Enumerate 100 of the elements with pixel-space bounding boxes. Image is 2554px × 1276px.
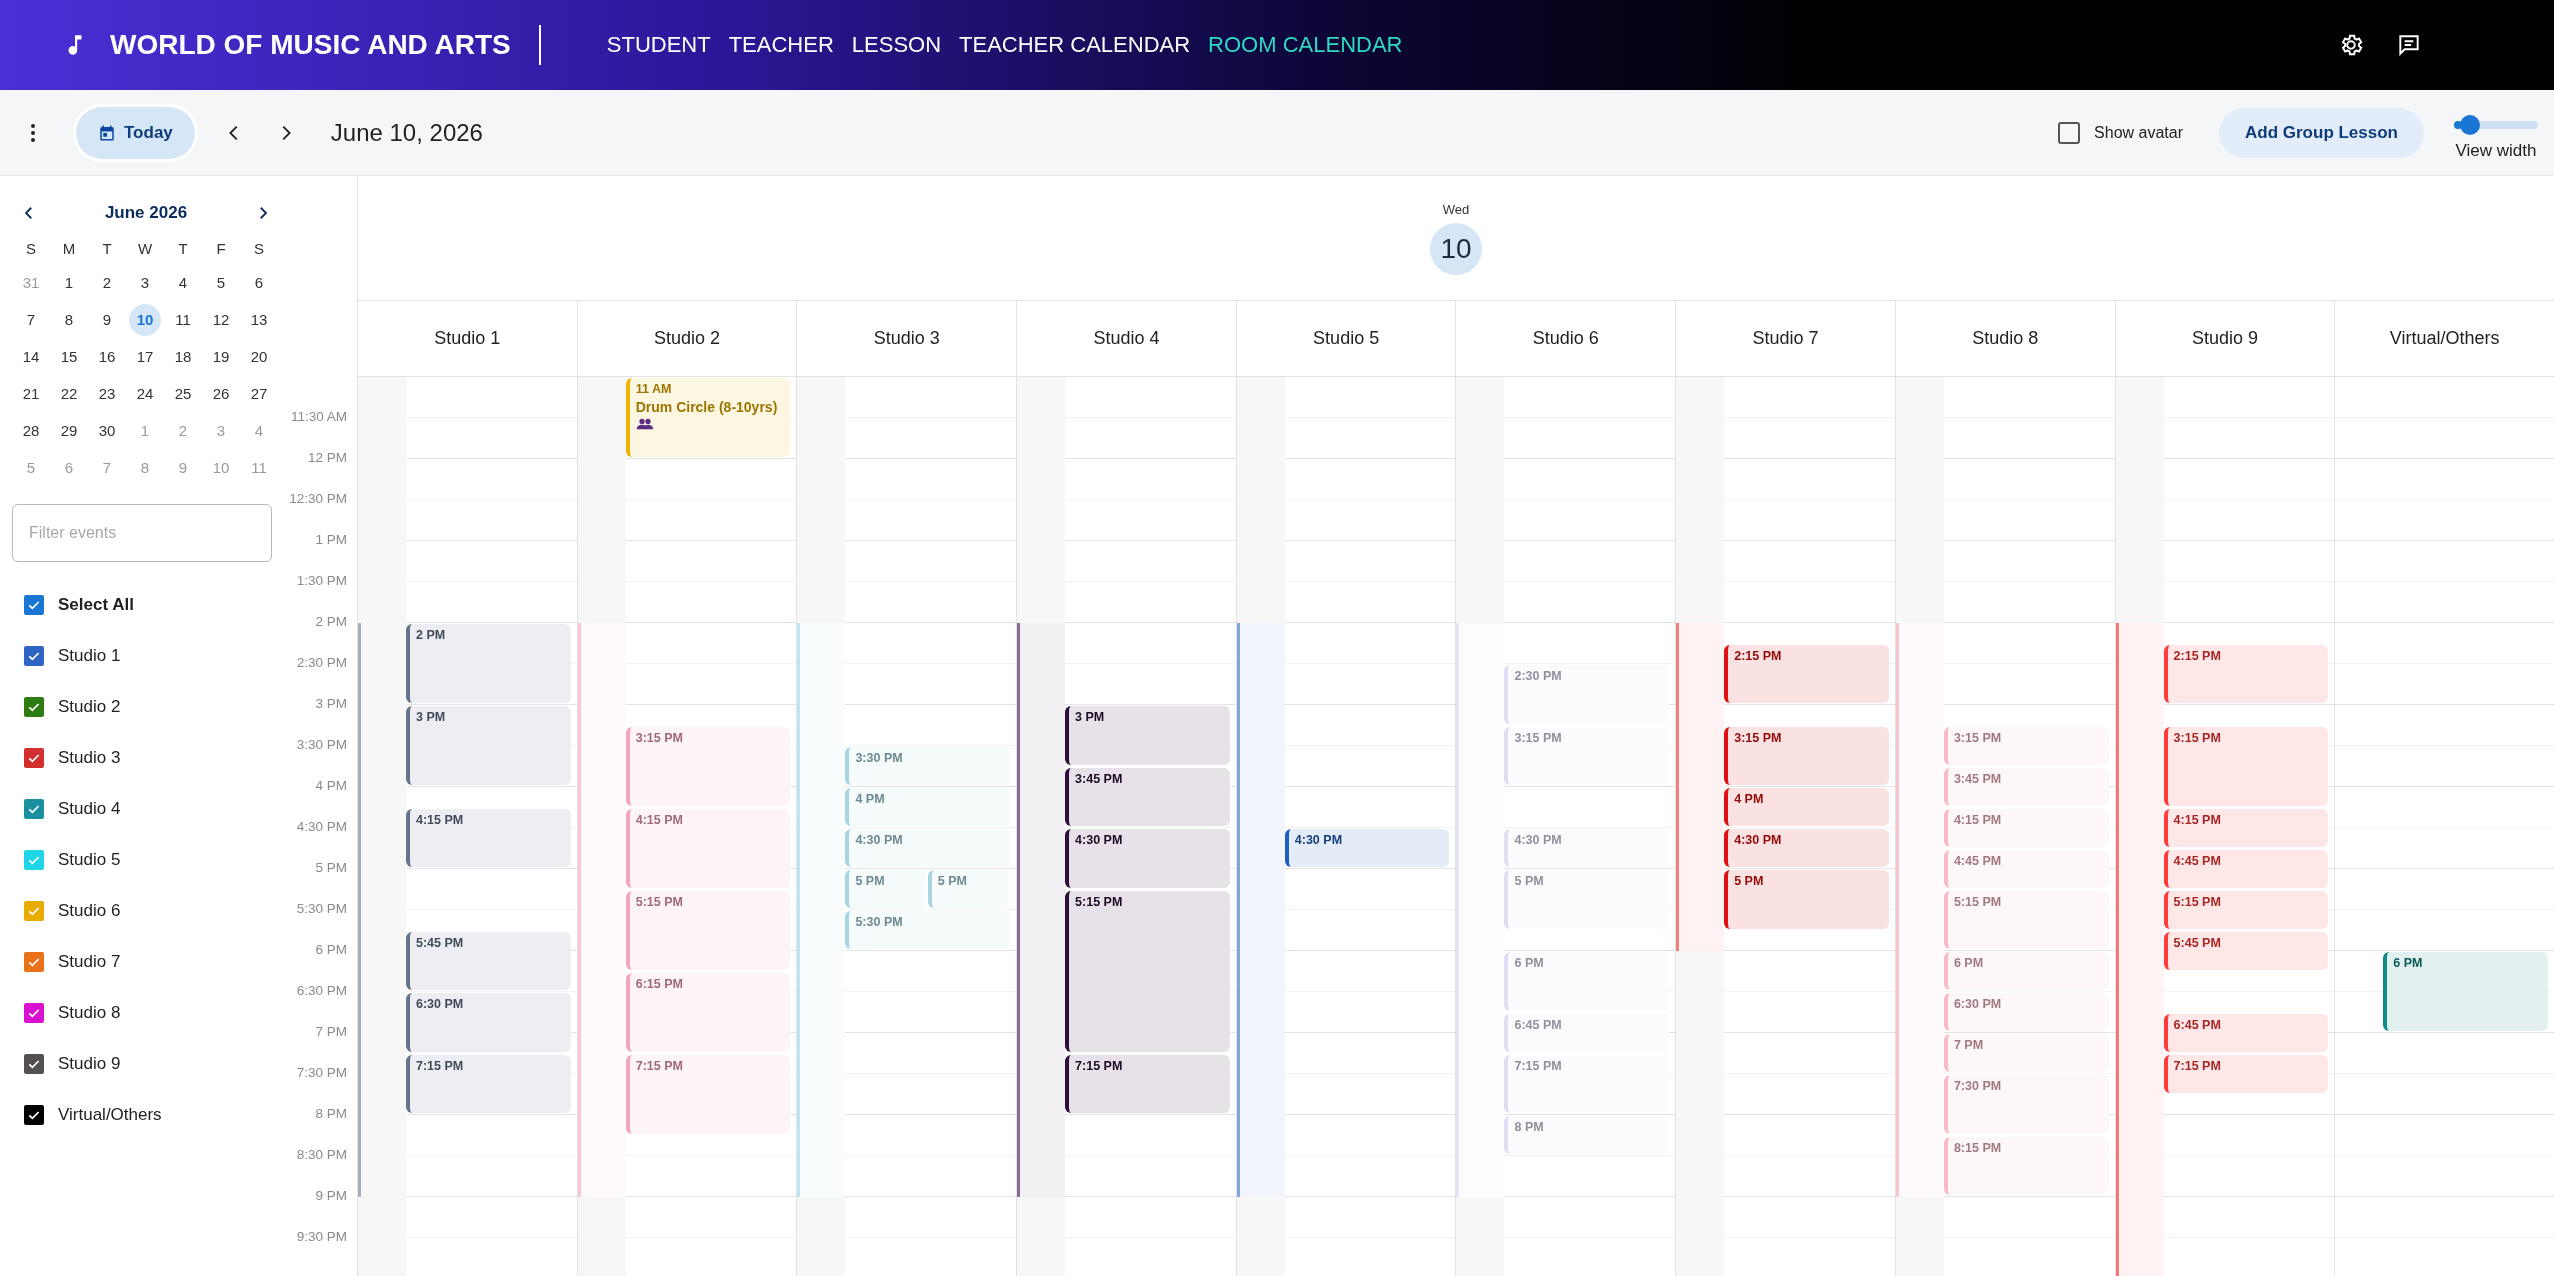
event-card[interactable]: 4:30 PM [845, 829, 1011, 867]
filter-field[interactable]: Filter events [12, 504, 272, 562]
event-card[interactable]: 7:30 PM [1943, 1075, 2109, 1134]
checkbox[interactable] [24, 901, 44, 921]
calendar-day[interactable]: 14 [15, 341, 47, 373]
event-card[interactable]: 5:15 PM [1065, 890, 1230, 1052]
more-icon[interactable] [30, 122, 36, 143]
nav-link[interactable]: TEACHER [728, 32, 834, 58]
checkbox[interactable] [24, 595, 44, 615]
calendar-day[interactable]: 11 [167, 304, 199, 336]
calendar-day[interactable]: 25 [167, 378, 199, 410]
calendar-day[interactable]: 3 [129, 267, 161, 299]
event-card[interactable]: 8:15 PM [1943, 1136, 2109, 1195]
event-card[interactable]: 11 AM Drum Circle (8-10yrs) [625, 378, 791, 457]
event-card[interactable]: 6 PM [1943, 952, 2109, 990]
checkbox[interactable] [24, 1054, 44, 1074]
event-card[interactable]: 2 PM [406, 624, 571, 703]
event-card[interactable]: 7:15 PM [625, 1054, 791, 1134]
calendar-day[interactable]: 1 [53, 267, 85, 299]
checkbox[interactable] [24, 952, 44, 972]
event-card[interactable]: 4:30 PM [1284, 829, 1450, 867]
event-card[interactable]: 3:15 PM [1943, 726, 2109, 765]
calendar-day[interactable]: 27 [243, 378, 275, 410]
calendar-day[interactable]: 7 [15, 304, 47, 336]
event-card[interactable]: 4:30 PM [1065, 829, 1230, 888]
calendar-day[interactable]: 19 [205, 341, 237, 373]
event-card[interactable]: 5:15 PM [625, 890, 791, 970]
event-card[interactable]: 6:30 PM [1943, 993, 2109, 1031]
nav-link[interactable]: ROOM CALENDAR [1208, 32, 1403, 58]
checkbox[interactable] [24, 1105, 44, 1125]
event-card[interactable]: 5 PM [845, 870, 926, 908]
calendar-day[interactable]: 9 [91, 304, 123, 336]
calendar-day[interactable]: 22 [53, 378, 85, 410]
event-card[interactable]: 5:45 PM [2163, 931, 2329, 970]
calendar-day[interactable]: 13 [243, 304, 275, 336]
calendar-day[interactable]: 2 [91, 267, 123, 299]
event-card[interactable]: 3:45 PM [1943, 767, 2109, 806]
event-card[interactable]: 6:45 PM [2163, 1013, 2329, 1052]
slider-thumb[interactable] [2460, 114, 2481, 135]
event-card[interactable]: 3 PM [1065, 706, 1230, 765]
event-card[interactable]: 5:15 PM [2163, 890, 2329, 929]
checkbox[interactable] [24, 799, 44, 819]
calendar-day[interactable]: 6 [243, 267, 275, 299]
nav-link[interactable]: STUDENT [606, 32, 711, 58]
event-card[interactable]: 5:15 PM [1943, 890, 2109, 949]
event-card[interactable]: 2:15 PM [2163, 644, 2329, 703]
event-card[interactable]: 6:15 PM [625, 972, 791, 1052]
event-card[interactable]: 4 PM [1724, 788, 1889, 826]
calendar-day[interactable]: 18 [167, 341, 199, 373]
event-card[interactable]: 4:30 PM [1724, 829, 1889, 867]
checkbox[interactable] [24, 748, 44, 768]
event-card[interactable]: 4:45 PM [1943, 849, 2109, 888]
calendar-day[interactable]: 23 [91, 378, 123, 410]
checkbox[interactable] [24, 697, 44, 717]
checkbox[interactable] [24, 646, 44, 666]
calendar-day[interactable]: 29 [53, 415, 85, 447]
calendar-day[interactable]: 12 [205, 304, 237, 336]
slider[interactable] [2454, 114, 2538, 135]
calendar-day[interactable]: 5 [205, 267, 237, 299]
calendar-day[interactable]: 10 [129, 304, 161, 336]
nav-link[interactable]: TEACHER CALENDAR [959, 32, 1191, 58]
checkbox[interactable] [2058, 121, 2081, 144]
event-card[interactable]: 6 PM [2383, 952, 2548, 1031]
event-card[interactable]: 7:15 PM [2163, 1054, 2329, 1093]
event-card[interactable]: 5:30 PM [845, 911, 1011, 949]
checkbox[interactable] [24, 1003, 44, 1023]
event-card[interactable]: 3:15 PM [625, 726, 791, 806]
event-card[interactable]: 4 PM [845, 788, 1011, 826]
today-button[interactable]: Today [76, 106, 195, 159]
calendar-day[interactable]: 16 [91, 341, 123, 373]
event-card[interactable]: 6:30 PM [406, 993, 571, 1052]
event-card[interactable]: 3:30 PM [845, 747, 1011, 785]
calendar-day[interactable]: 4 [167, 267, 199, 299]
event-card[interactable]: 4:15 PM [406, 808, 571, 867]
calendar-day[interactable]: 15 [53, 341, 85, 373]
event-card[interactable]: 2:15 PM [1724, 644, 1889, 703]
event-card[interactable]: 4:15 PM [1943, 808, 2109, 847]
event-card[interactable]: 7:15 PM [1065, 1054, 1230, 1113]
event-card[interactable]: 7 PM [1943, 1034, 2109, 1072]
calendar-day[interactable]: 20 [243, 341, 275, 373]
event-card[interactable]: 5:45 PM [406, 931, 571, 990]
chat-icon[interactable] [2396, 32, 2422, 58]
calendar-day[interactable]: 26 [205, 378, 237, 410]
event-card[interactable]: 5 PM [1724, 870, 1889, 929]
event-card[interactable]: 5 PM [927, 870, 1009, 908]
event-card[interactable]: 3 PM [406, 706, 571, 785]
calendar-day[interactable]: 28 [15, 415, 47, 447]
calendar-day[interactable]: 17 [129, 341, 161, 373]
calendar-day[interactable]: 8 [53, 304, 85, 336]
add-group-lesson-button[interactable]: Add Group Lesson [2219, 107, 2424, 158]
nav-link[interactable]: LESSON [851, 32, 942, 58]
calendar-day[interactable]: 24 [129, 378, 161, 410]
date-badge[interactable]: 10 [1430, 222, 1482, 275]
event-card[interactable]: 7:15 PM [406, 1054, 571, 1113]
event-card[interactable]: 3:15 PM [1724, 726, 1889, 785]
calendar-day[interactable]: 21 [15, 378, 47, 410]
event-card[interactable]: 4:15 PM [2163, 808, 2329, 847]
event-card[interactable]: 3:45 PM [1065, 767, 1230, 826]
calendar-day[interactable]: 30 [91, 415, 123, 447]
event-card[interactable]: 4:45 PM [2163, 849, 2329, 888]
